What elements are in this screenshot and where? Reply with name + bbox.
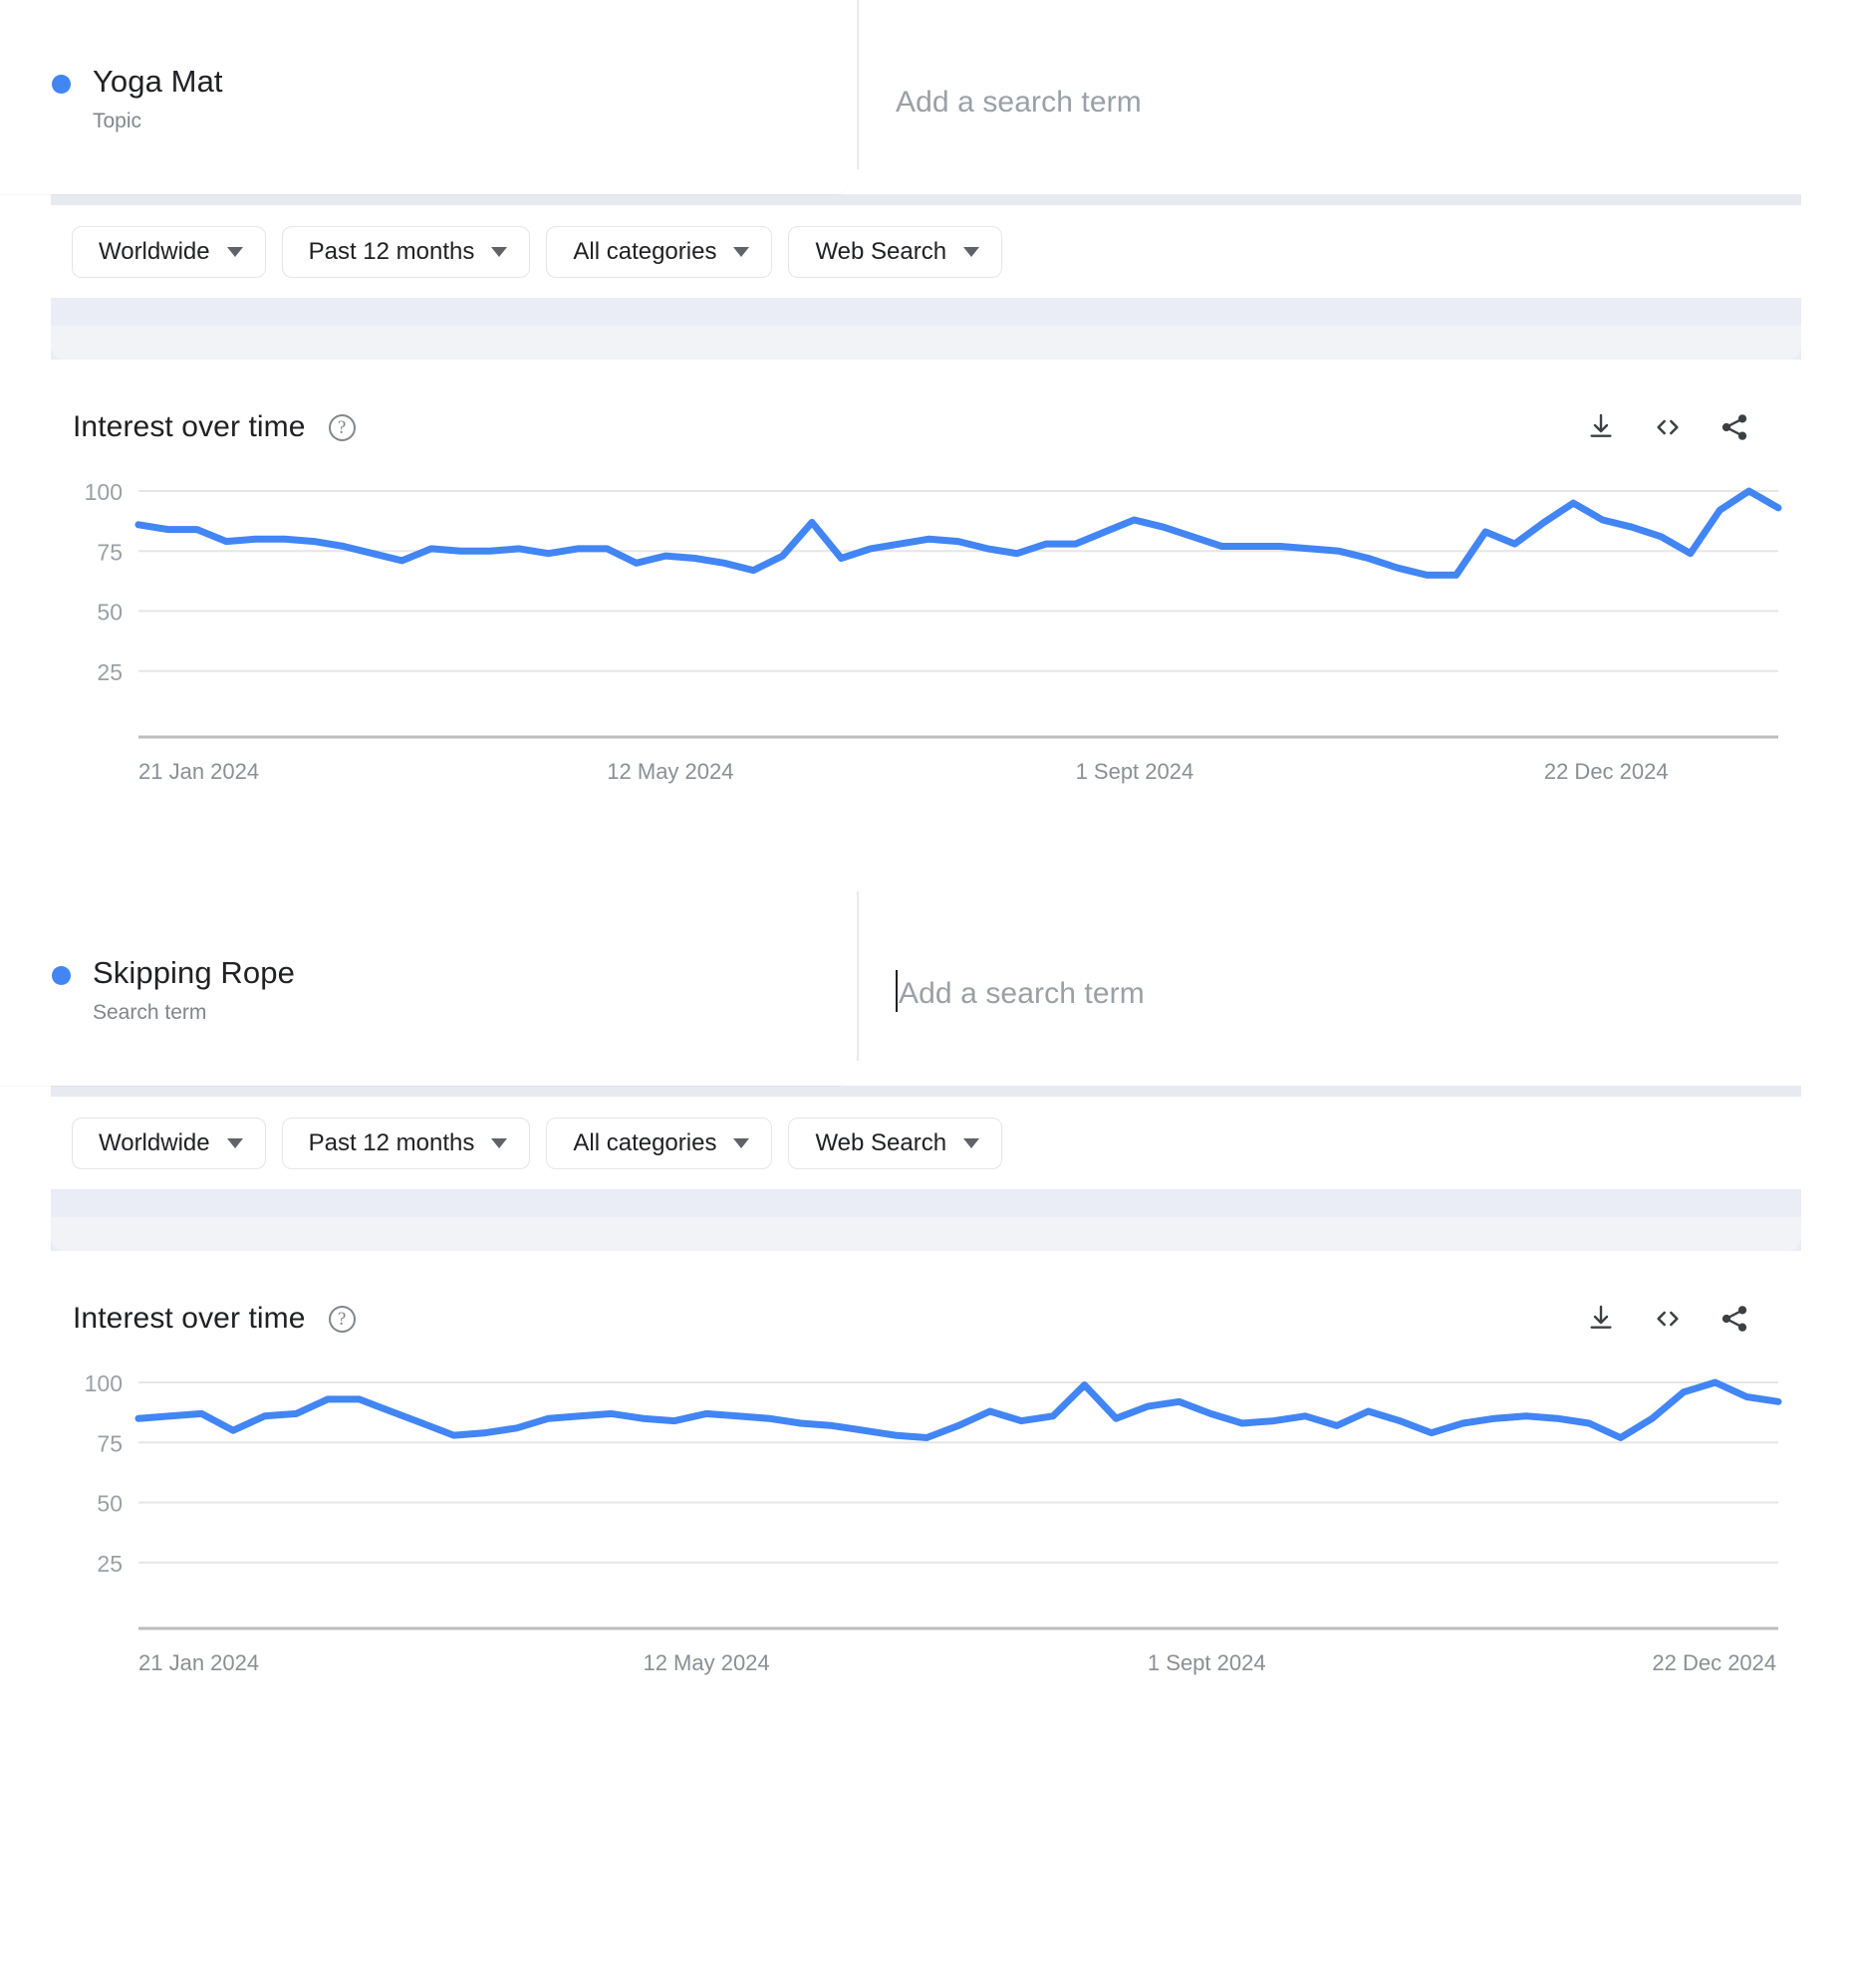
chevron-down-icon [963, 1138, 980, 1148]
chevron-down-icon [733, 247, 750, 257]
search-term-type: Search term [93, 1001, 207, 1024]
y-axis-tick-label: 25 [97, 659, 123, 685]
filter-label: All categories [573, 238, 717, 265]
filter-pill-search-type[interactable]: Web Search [788, 1118, 1003, 1169]
filter-label: All categories [573, 1129, 717, 1156]
search-term-card[interactable]: Skipping Rope Search term [0, 891, 848, 1086]
filter-label: Past 12 months [308, 238, 475, 265]
add-search-term-card[interactable]: Add a search term [867, 0, 1852, 194]
filter-label: Worldwide [99, 238, 210, 265]
filter-label: Web Search [815, 1129, 947, 1156]
series-color-dot [52, 966, 71, 985]
interest-over-time-card-1: Interest over time ? 25 50 75 100 21 Jan… [51, 360, 1801, 806]
filter-pill-time-range[interactable]: Past 12 months [281, 1118, 531, 1169]
x-axis-tick-label: 21 Jan 2024 [138, 759, 259, 784]
chart-line-series [134, 1378, 1782, 1441]
chevron-down-icon [226, 1138, 243, 1148]
interest-over-time-card-2: Interest over time ? 25 50 75 100 21 Jan… [51, 1251, 1801, 1697]
filter-pill-category[interactable]: All categories [546, 226, 773, 278]
filter-pill-location[interactable]: Worldwide [72, 1118, 266, 1169]
query-block-1: Yoga Mat Topic Add a search term Worldwi… [0, 0, 1852, 806]
filter-bar-2: Worldwide Past 12 months All categories … [0, 1097, 1852, 1189]
chart-plot-area-2[interactable]: 25 50 75 100 21 Jan 2024 12 May 2024 1 Sept 20… [51, 1339, 1801, 1697]
chart-title: Interest over time [73, 1302, 306, 1335]
y-axis-tick-label: 25 [97, 1551, 123, 1577]
x-axis-tick-label: 12 May 2024 [607, 759, 733, 784]
search-term-name: Skipping Rope [93, 955, 295, 990]
x-axis-tick-label: 22 Dec 2024 [1544, 759, 1669, 784]
section-spacer [0, 298, 1852, 360]
card-divider [848, 891, 867, 1086]
chevron-down-icon [226, 247, 243, 257]
add-search-term-card[interactable]: Add a search term [867, 891, 1852, 1086]
chevron-down-icon [733, 1138, 750, 1148]
add-search-term-input[interactable]: Add a search term [896, 79, 1142, 123]
x-axis-tick-label: 12 May 2024 [643, 1650, 769, 1675]
query-row: Yoga Mat Topic Add a search term [0, 0, 1852, 194]
filter-label: Past 12 months [308, 1129, 475, 1156]
search-term-type: Topic [93, 110, 142, 132]
filter-pill-category[interactable]: All categories [546, 1118, 773, 1169]
chevron-down-icon [963, 247, 980, 257]
download-icon[interactable] [1581, 1299, 1621, 1339]
filter-label: Worldwide [99, 1129, 210, 1156]
help-circle-icon[interactable]: ? [328, 1305, 356, 1333]
interest-over-time-chart-2[interactable]: 25 50 75 100 21 Jan 2024 12 May 2024 1 Sept 20… [51, 1339, 1801, 1697]
section-spacer [0, 1189, 1852, 1251]
y-axis-tick-label: 100 [85, 479, 123, 505]
filter-bar-1: Worldwide Past 12 months All categories … [0, 205, 1852, 298]
filter-pill-location[interactable]: Worldwide [72, 226, 266, 278]
series-color-dot [52, 75, 71, 94]
query-underline [51, 194, 1801, 205]
x-axis-tick-label: 1 Sept 2024 [1076, 759, 1194, 784]
y-axis-tick-label: 50 [97, 600, 123, 625]
search-term-name: Yoga Mat [93, 64, 223, 99]
chevron-down-icon [491, 1138, 508, 1148]
y-axis-tick-label: 75 [97, 1430, 123, 1456]
chevron-down-icon [491, 247, 508, 257]
add-search-term-placeholder: Add a search term [896, 85, 1142, 119]
query-block-2: Skipping Rope Search term Add a search t… [0, 891, 1852, 1697]
embed-code-icon[interactable] [1648, 407, 1688, 447]
share-icon[interactable] [1715, 407, 1754, 447]
chart-title: Interest over time [73, 410, 306, 443]
block-gap [0, 806, 1852, 891]
x-axis-tick-label: 21 Jan 2024 [138, 1650, 259, 1675]
interest-over-time-chart-1[interactable]: 25 50 75 100 21 Jan 2024 12 May 2024 1 Sept 20… [51, 447, 1801, 806]
embed-code-icon[interactable] [1648, 1299, 1688, 1339]
chart-line-series [134, 487, 1782, 579]
add-search-term-input[interactable]: Add a search term [896, 969, 1145, 1014]
query-row: Skipping Rope Search term Add a search t… [0, 891, 1852, 1086]
google-trends-page: Yoga Mat Topic Add a search term Worldwi… [0, 0, 1852, 1988]
share-icon[interactable] [1715, 1299, 1754, 1339]
filter-pill-search-type[interactable]: Web Search [788, 226, 1003, 278]
download-icon[interactable] [1581, 407, 1621, 447]
filter-label: Web Search [815, 238, 947, 265]
text-cursor [896, 969, 898, 1012]
query-underline [51, 1086, 1801, 1097]
x-axis-tick-label: 1 Sept 2024 [1148, 1650, 1266, 1675]
filter-pill-time-range[interactable]: Past 12 months [281, 226, 531, 278]
help-circle-icon[interactable]: ? [328, 413, 356, 441]
y-axis-tick-label: 50 [97, 1491, 123, 1517]
chart-plot-area-1[interactable]: 25 50 75 100 21 Jan 2024 12 May 2024 1 Sept 20… [51, 447, 1801, 806]
y-axis-tick-label: 100 [85, 1370, 123, 1396]
y-axis-tick-label: 75 [97, 539, 123, 565]
add-search-term-placeholder: Add a search term [899, 976, 1145, 1010]
search-term-card[interactable]: Yoga Mat Topic [0, 0, 848, 194]
x-axis-tick-label: 22 Dec 2024 [1652, 1650, 1776, 1675]
card-divider [848, 0, 867, 194]
